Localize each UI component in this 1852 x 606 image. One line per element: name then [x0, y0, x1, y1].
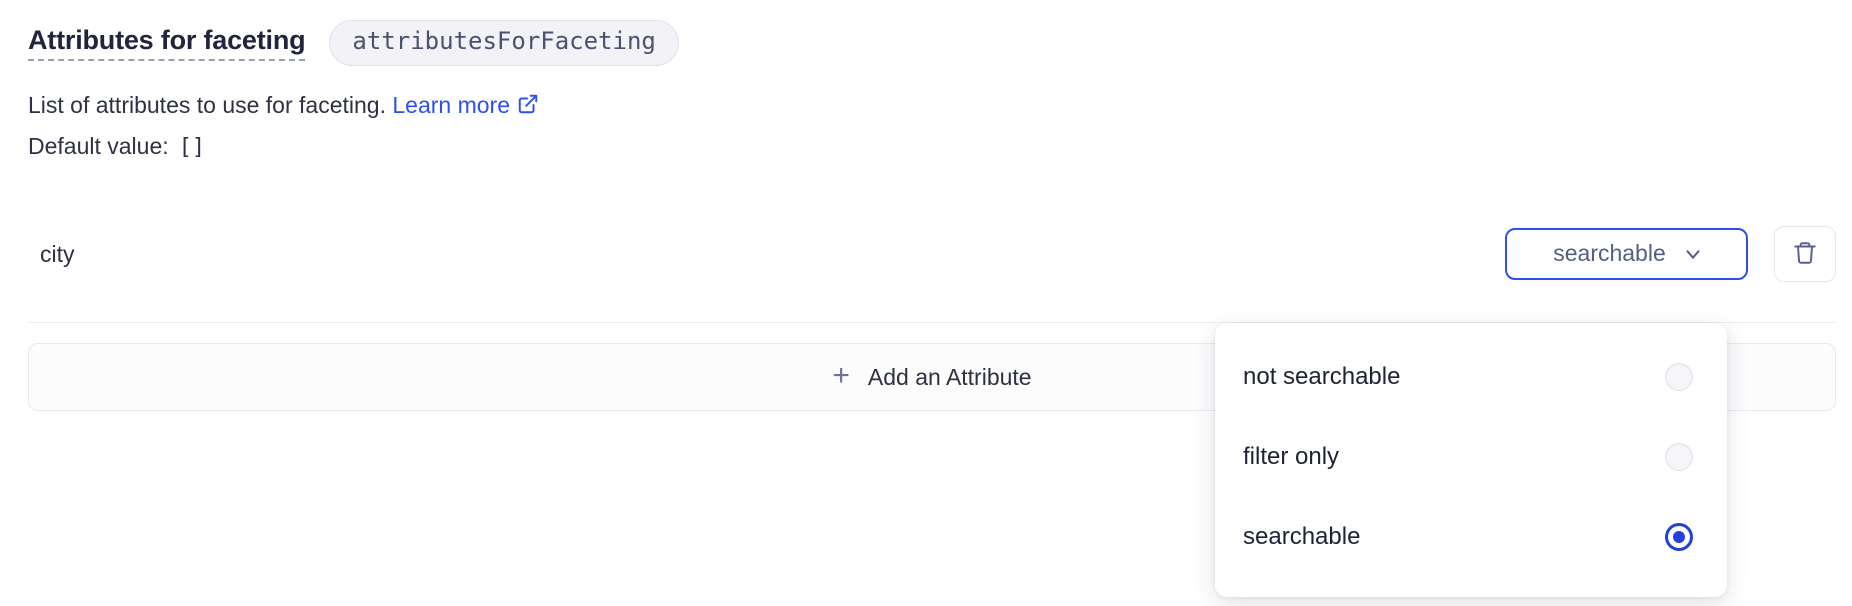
menu-option-label: not searchable: [1243, 363, 1401, 390]
menu-option-label: filter only: [1243, 443, 1340, 470]
learn-more-link[interactable]: Learn more: [392, 88, 539, 123]
setting-description: List of attributes to use for faceting. …: [28, 88, 539, 123]
plus-icon: +: [832, 359, 850, 392]
trash-icon: [1792, 240, 1818, 269]
learn-more-label: Learn more: [392, 92, 510, 118]
setting-key-badge: attributesForFaceting: [329, 20, 679, 66]
default-value-line: Default value: []: [28, 129, 205, 164]
chevron-down-icon: [1682, 243, 1704, 265]
radio-not-searchable[interactable]: [1665, 363, 1693, 391]
add-attribute-label: Add an Attribute: [867, 363, 1032, 390]
page-title: Attributes for faceting: [28, 24, 306, 62]
default-value-code: []: [178, 135, 206, 160]
menu-option-searchable[interactable]: searchable: [1215, 497, 1727, 577]
external-link-icon: [517, 93, 539, 115]
attribute-name: city: [40, 240, 75, 267]
menu-option-filter-only[interactable]: filter only: [1215, 417, 1727, 497]
default-value-label: Default value:: [28, 133, 169, 159]
setting-header: Attributes for faceting attributesForFac…: [28, 20, 679, 66]
settings-panel: Attributes for faceting attributesForFac…: [0, 0, 1852, 606]
attribute-row-controls: searchable: [1505, 226, 1836, 282]
delete-attribute-button[interactable]: [1774, 226, 1836, 282]
radio-filter-only[interactable]: [1665, 443, 1693, 471]
menu-option-not-searchable[interactable]: not searchable: [1215, 337, 1727, 417]
menu-option-label: searchable: [1243, 523, 1361, 550]
description-text: List of attributes to use for faceting.: [28, 92, 386, 118]
searchability-dropdown-trigger[interactable]: searchable: [1505, 228, 1748, 280]
attribute-row: city searchable: [28, 222, 1836, 286]
radio-searchable[interactable]: [1665, 523, 1693, 551]
searchability-dropdown-menu: not searchable filter only searchable: [1215, 323, 1727, 597]
dropdown-selected-value: searchable: [1553, 240, 1666, 266]
